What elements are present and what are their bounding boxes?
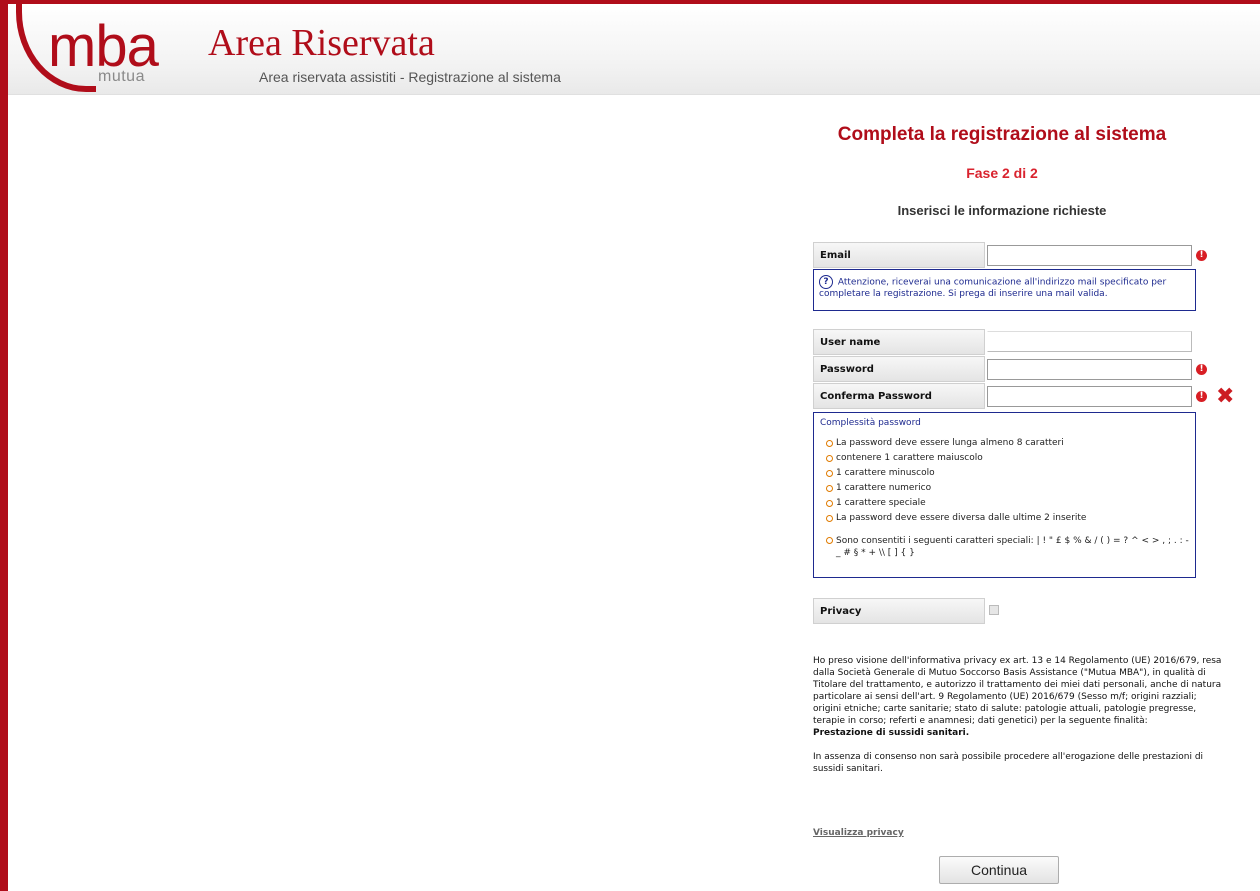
password-mismatch-icon: ✖ — [1216, 384, 1235, 409]
username-field[interactable] — [987, 331, 1192, 352]
password-field[interactable] — [987, 359, 1192, 380]
confirm-password-label: Conferma Password — [813, 383, 985, 409]
password-rules-box: Complessità password La password deve es… — [813, 412, 1196, 578]
continue-button[interactable]: Continua — [939, 856, 1059, 884]
privacy-purpose: Prestazione di sussidi sanitari. — [813, 728, 970, 738]
bullet-icon — [826, 537, 833, 544]
confirm-password-required-icon: ! — [1196, 391, 1207, 402]
username-label: User name — [813, 329, 985, 355]
privacy-statement: Ho preso visione dell'informativa privac… — [813, 655, 1223, 787]
email-required-icon: ! — [1196, 250, 1207, 261]
password-required-icon: ! — [1196, 364, 1207, 375]
email-field[interactable] — [987, 245, 1192, 266]
list-item: contenere 1 carattere maiuscolo — [826, 451, 1189, 466]
left-frame-border — [0, 0, 8, 891]
password-rules-title: Complessità password — [820, 418, 921, 428]
phase-indicator: Fase 2 di 2 — [966, 165, 1038, 181]
email-notice: ? Attenzione, riceverai una comunicazion… — [813, 269, 1196, 311]
form-intro: Inserisci le informazione richieste — [897, 203, 1107, 218]
bullet-icon — [826, 440, 833, 447]
app-title: Area Riservata — [208, 22, 435, 64]
privacy-paragraph: Ho preso visione dell'informativa privac… — [813, 656, 1222, 726]
logo-subtitle: mutua — [98, 68, 145, 85]
app-subtitle: Area riservata assistiti - Registrazione… — [259, 69, 561, 85]
page-title: Completa la registrazione al sistema — [837, 124, 1167, 145]
password-rules-list: La password deve essere lunga almeno 8 c… — [826, 436, 1189, 559]
bullet-icon — [826, 470, 833, 477]
privacy-checkbox[interactable] — [989, 605, 999, 615]
list-item: 1 carattere speciale — [826, 496, 1189, 511]
bullet-icon — [826, 500, 833, 507]
email-notice-text: Attenzione, riceverai una comunicazione … — [819, 277, 1167, 300]
list-item: 1 carattere minuscolo — [826, 466, 1189, 481]
page-header: mba mutua Area Riservata Area riservata … — [8, 4, 1260, 95]
privacy-label: Privacy — [813, 598, 985, 624]
password-label: Password — [813, 356, 985, 382]
list-item: Sono consentiti i seguenti caratteri spe… — [826, 535, 1189, 559]
list-item: La password deve essere diversa dalle ul… — [826, 511, 1189, 526]
view-privacy-link[interactable]: Visualizza privacy — [813, 828, 904, 838]
list-item: 1 carattere numerico — [826, 481, 1189, 496]
bullet-icon — [826, 515, 833, 522]
bullet-icon — [826, 485, 833, 492]
email-label: Email — [813, 242, 985, 268]
help-icon: ? — [819, 275, 833, 289]
privacy-paragraph-consent: In assenza di consenso non sarà possibil… — [813, 752, 1204, 774]
list-item: La password deve essere lunga almeno 8 c… — [826, 436, 1189, 451]
bullet-icon — [826, 455, 833, 462]
confirm-password-field[interactable] — [987, 386, 1192, 407]
